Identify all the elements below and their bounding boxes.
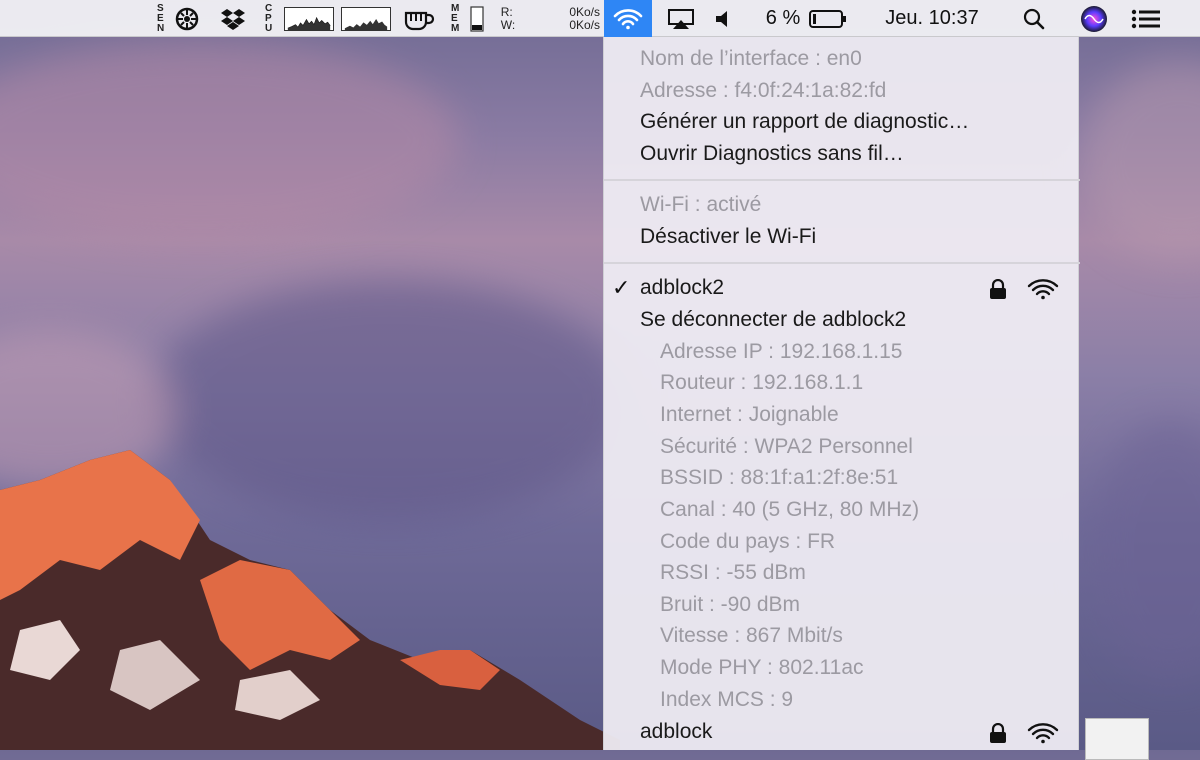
wifi-signal-icon bbox=[1027, 279, 1059, 300]
generate-report-item[interactable]: Générer un rapport de diagnostic… bbox=[604, 106, 1080, 137]
mountain-peaks bbox=[0, 450, 620, 750]
desktop-file-thumbnail[interactable] bbox=[1085, 718, 1149, 760]
disk-rw-labels: R: W: bbox=[500, 4, 516, 32]
dropbox-icon[interactable] bbox=[218, 0, 248, 37]
turn-off-wifi-item[interactable]: Désactiver le Wi-Fi bbox=[604, 221, 1080, 252]
detail-channel: Canal : 40 (5 GHz, 80 MHz) bbox=[660, 498, 920, 521]
mem-label[interactable]: MEM bbox=[448, 0, 464, 37]
detail-security: Sécurité : WPA2 Personnel bbox=[660, 435, 913, 458]
spotlight-search-icon[interactable] bbox=[1018, 0, 1050, 37]
detail-speed: Vitesse : 867 Mbit/s bbox=[660, 624, 843, 647]
menu-separator bbox=[604, 179, 1080, 181]
detail-country-code: Code du pays : FR bbox=[660, 530, 836, 553]
network-graph-icon[interactable] bbox=[340, 0, 392, 37]
wifi-status-item: Wi-Fi : activé bbox=[640, 193, 762, 216]
detail-ip-address: Adresse IP : 192.168.1.15 bbox=[660, 340, 903, 363]
disconnect-item[interactable]: Se déconnecter de adblock2 bbox=[604, 304, 1080, 335]
notification-center-icon[interactable] bbox=[1128, 0, 1164, 37]
clock[interactable]: Jeu. 10:37 bbox=[868, 0, 996, 37]
sensor-fan-icon[interactable] bbox=[172, 0, 202, 37]
disk-rw-values[interactable]: 0Ko/s 0Ko/s bbox=[548, 0, 600, 37]
detail-router: Routeur : 192.168.1.1 bbox=[660, 371, 864, 394]
battery-percent[interactable]: 6 % bbox=[760, 0, 806, 37]
sensor-label[interactable]: SEN bbox=[152, 0, 172, 37]
detail-phy-mode: Mode PHY : 802.11ac bbox=[660, 656, 864, 679]
lock-icon bbox=[990, 723, 1006, 743]
detail-bssid: BSSID : 88:1f:a1:2f:8e:51 bbox=[660, 466, 899, 489]
network-item-adblock2[interactable]: ✓ adblock2 bbox=[604, 272, 1080, 303]
mac-address-item: Adresse : f4:0f:24:1a:82:fd bbox=[640, 79, 887, 102]
menu-separator bbox=[604, 262, 1080, 264]
cpu-graph-icon[interactable] bbox=[283, 0, 335, 37]
lock-icon bbox=[990, 279, 1006, 299]
interface-name-item: Nom de l’interface : en0 bbox=[640, 47, 862, 70]
detail-mcs-index: Index MCS : 9 bbox=[660, 688, 794, 711]
airplay-icon[interactable] bbox=[664, 0, 698, 37]
battery-icon[interactable] bbox=[806, 0, 850, 37]
detail-internet: Internet : Joignable bbox=[660, 403, 839, 426]
cpu-label[interactable]: CPU bbox=[262, 0, 278, 37]
wifi-dropdown-menu: Nom de l’interface : en0 Adresse : f4:0f… bbox=[603, 37, 1080, 750]
wifi-icon[interactable] bbox=[604, 0, 652, 37]
volume-icon[interactable] bbox=[710, 0, 736, 37]
checkmark-icon: ✓ bbox=[612, 275, 631, 300]
coffee-cup-icon[interactable] bbox=[402, 0, 436, 37]
menu-bar: SEN CPU MEM R: W: 0Ko/s 0Ko/s 6 % Jeu. 10:… bbox=[0, 0, 1200, 37]
memory-meter-icon[interactable] bbox=[468, 0, 486, 37]
detail-rssi: RSSI : -55 dBm bbox=[660, 561, 806, 584]
open-diagnostics-item[interactable]: Ouvrir Diagnostics sans fil… bbox=[604, 138, 1080, 169]
wifi-signal-icon bbox=[1027, 723, 1059, 744]
detail-noise: Bruit : -90 dBm bbox=[660, 593, 801, 616]
siri-icon[interactable] bbox=[1076, 0, 1112, 37]
network-item-adblock[interactable]: adblock bbox=[604, 716, 1080, 747]
